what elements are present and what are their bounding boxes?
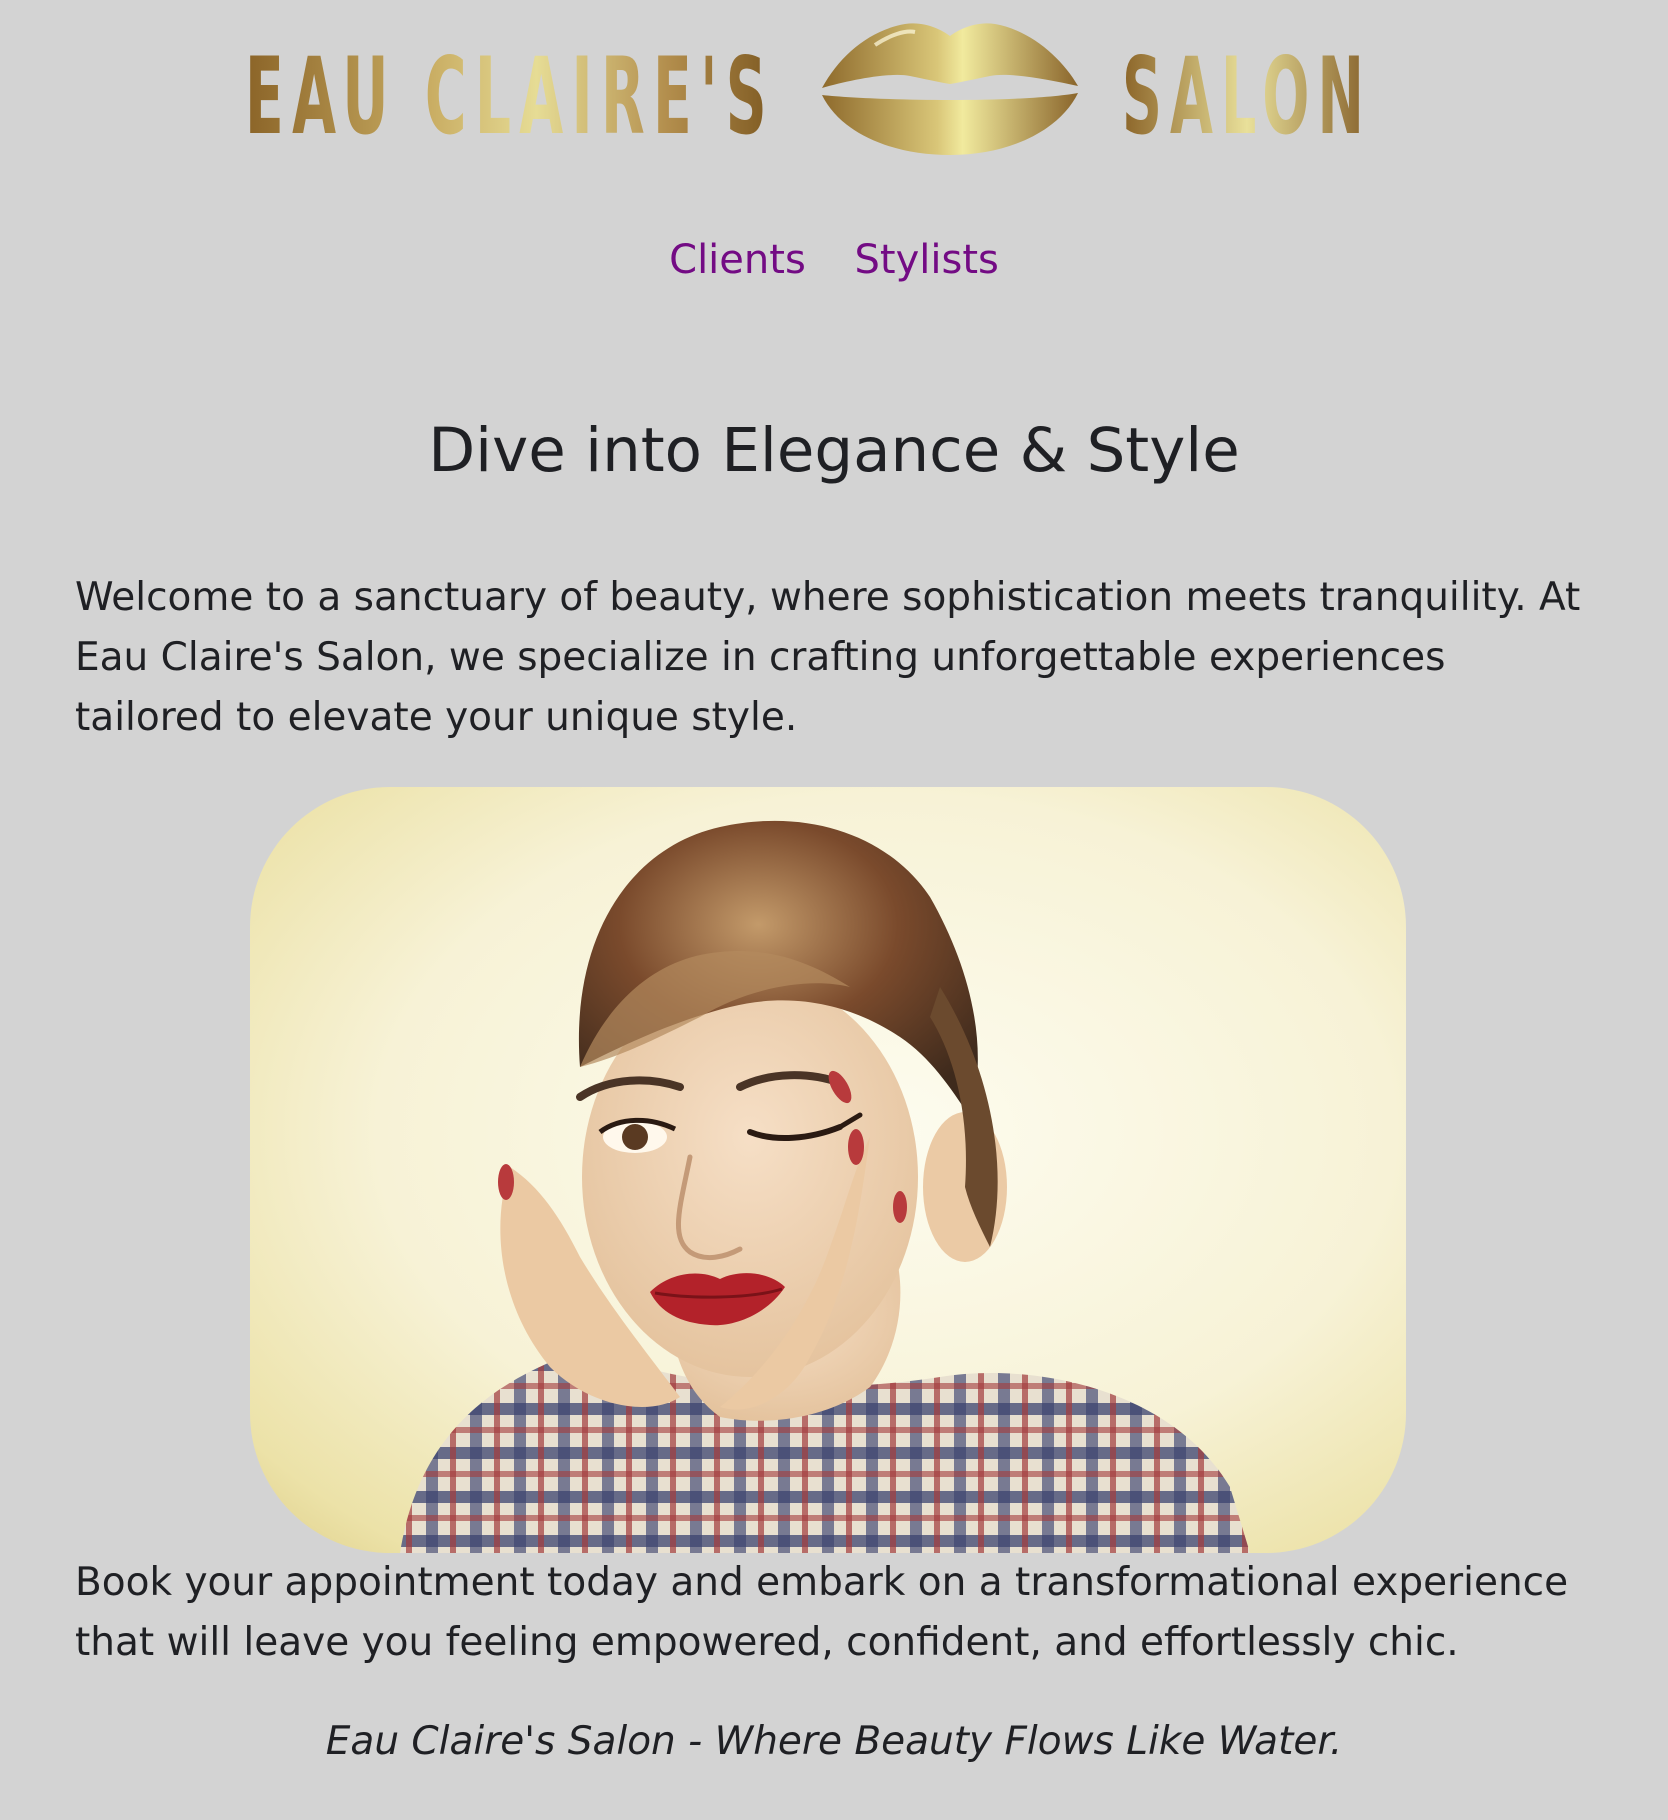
logo-graphic: EAU CLAIRE'S SALON — [245, 23, 1372, 158]
main-nav: Clients Stylists — [0, 232, 1668, 288]
page-heading: Dive into Elegance & Style — [428, 415, 1240, 486]
hero-image — [250, 787, 1406, 1553]
nav-link-stylists[interactable]: Stylists — [855, 237, 999, 283]
hero-photo — [250, 787, 1406, 1553]
intro-paragraph: Welcome to a sanctuary of beauty, where … — [75, 575, 1581, 740]
logo-text-right: SALON — [1122, 35, 1372, 158]
lips-icon — [822, 23, 1078, 155]
site-logo[interactable]: EAU CLAIRE'S SALON — [0, 0, 1668, 170]
logo-text-left: EAU CLAIRE'S — [245, 35, 775, 158]
tagline: Eau Claire's Salon - Where Beauty Flows … — [325, 1719, 1343, 1764]
booking-paragraph: Book your appointment today and embark o… — [75, 1560, 1569, 1665]
nav-link-clients[interactable]: Clients — [669, 237, 806, 283]
